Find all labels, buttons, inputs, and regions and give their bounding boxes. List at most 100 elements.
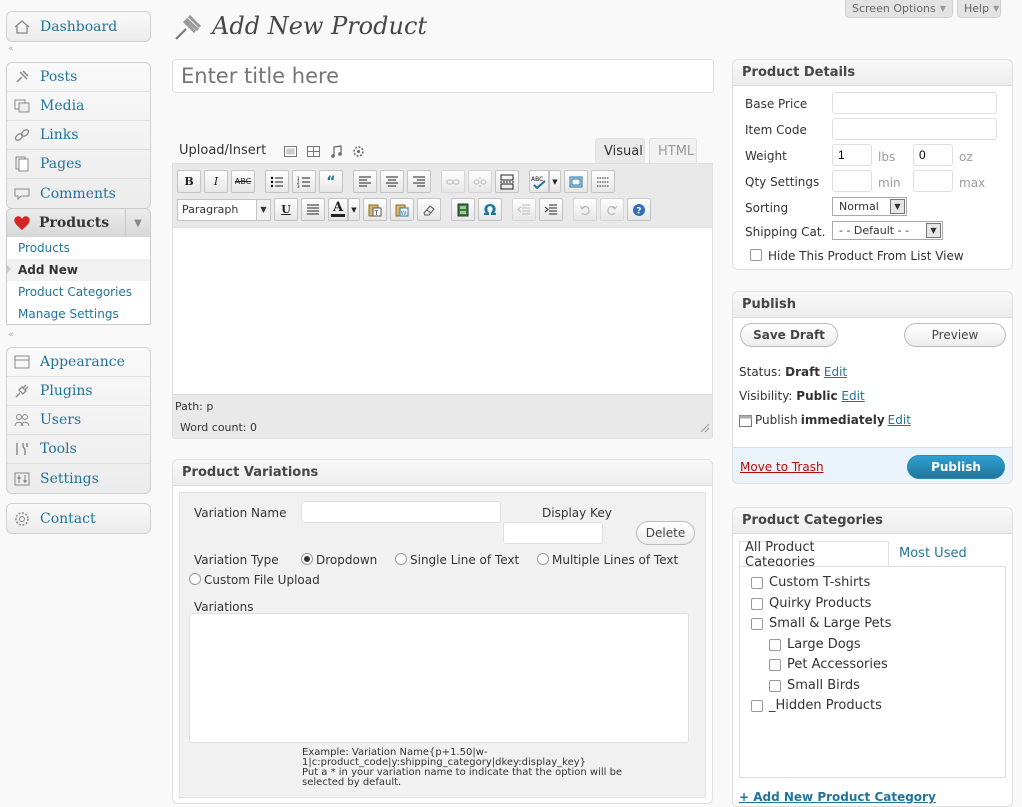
schedule-edit-link[interactable]: Edit xyxy=(888,413,911,427)
blockquote-button[interactable]: “ xyxy=(319,170,343,193)
shipping-cat-select[interactable]: - - Default - - ▼ xyxy=(832,221,943,240)
justify-button[interactable] xyxy=(301,198,325,221)
remove-format-button[interactable] xyxy=(417,198,441,221)
resize-handle-icon[interactable] xyxy=(700,422,710,436)
base-price-input[interactable] xyxy=(832,92,997,114)
menu-appearance[interactable]: Appearance xyxy=(7,348,150,377)
fullscreen-button[interactable] xyxy=(564,170,588,193)
menu-settings[interactable]: Settings xyxy=(7,464,150,493)
menu-users[interactable]: Users xyxy=(7,406,150,435)
menu-dashboard[interactable]: Dashboard xyxy=(7,12,150,41)
menu-media[interactable]: Media xyxy=(7,92,150,121)
weight-lbs-input[interactable] xyxy=(832,144,872,166)
menu-tools[interactable]: Tools xyxy=(7,435,150,464)
undo-button[interactable] xyxy=(573,198,597,221)
qty-max-input[interactable] xyxy=(913,170,953,192)
item-code-input[interactable] xyxy=(832,118,997,140)
variations-textarea[interactable] xyxy=(189,613,689,743)
category-checkbox[interactable] xyxy=(751,618,763,630)
category-label: Quirky Products xyxy=(769,596,872,611)
submenu-product-categories[interactable]: Product Categories xyxy=(7,281,150,303)
align-right-button[interactable] xyxy=(407,170,431,193)
text-color-dropdown-icon[interactable]: ▼ xyxy=(348,198,360,221)
tab-most-used[interactable]: Most Used xyxy=(899,546,967,561)
bold-button[interactable]: B xyxy=(177,170,201,193)
menu-comments[interactable]: Comments xyxy=(7,179,150,208)
tab-all-categories[interactable]: All Product Categories xyxy=(739,540,889,570)
preview-button[interactable]: Preview xyxy=(904,323,1006,347)
submenu-add-new[interactable]: Add New xyxy=(7,259,150,281)
insert-link-button[interactable] xyxy=(441,170,465,193)
insert-more-button[interactable] xyxy=(495,170,519,193)
submenu-manage-settings[interactable]: Manage Settings xyxy=(7,303,150,325)
menu-links[interactable]: Links xyxy=(7,121,150,150)
weight-oz-input[interactable] xyxy=(913,144,953,166)
add-new-category-link[interactable]: + Add New Product Category xyxy=(739,790,936,804)
menu-plugins[interactable]: Plugins xyxy=(7,377,150,406)
save-draft-button[interactable]: Save Draft xyxy=(740,323,838,347)
numbered-list-button[interactable]: 123 xyxy=(292,170,316,193)
sorting-select[interactable]: Normal ▼ xyxy=(832,197,907,216)
menu-pages[interactable]: Pages xyxy=(7,150,150,179)
editor-content-area[interactable] xyxy=(173,227,712,395)
radio-dropdown[interactable] xyxy=(301,553,313,565)
radio-single-line[interactable] xyxy=(395,553,407,565)
strikethrough-button[interactable]: ABC xyxy=(231,170,255,193)
category-checkbox[interactable] xyxy=(751,700,763,712)
publish-button[interactable]: Publish xyxy=(907,455,1005,479)
menu-collapse-arrow-icon[interactable]: « xyxy=(8,44,14,54)
special-character-button[interactable]: Ω xyxy=(478,198,502,221)
spellcheck-dropdown-icon[interactable]: ▼ xyxy=(549,170,561,193)
add-media-icon[interactable] xyxy=(352,145,365,157)
tab-visual[interactable]: Visual xyxy=(595,138,645,164)
unlink-button[interactable] xyxy=(468,170,492,193)
variation-name-input[interactable] xyxy=(301,501,501,523)
delete-variation-button[interactable]: Delete xyxy=(636,521,695,545)
menu-products[interactable]: Products ▼ xyxy=(6,208,151,237)
category-checkbox[interactable] xyxy=(769,639,781,651)
publish-title: Publish xyxy=(733,292,1012,318)
submenu-toggle-icon[interactable]: ▼ xyxy=(125,209,150,237)
align-center-button[interactable] xyxy=(380,170,404,193)
visibility-edit-link[interactable]: Edit xyxy=(841,389,864,403)
move-to-trash-link[interactable]: Move to Trash xyxy=(740,460,824,474)
bullet-list-button[interactable] xyxy=(265,170,289,193)
spellcheck-button[interactable]: ABC xyxy=(529,170,549,193)
add-image-icon[interactable] xyxy=(284,145,297,157)
menu-collapse-arrow-icon[interactable]: « xyxy=(8,330,14,340)
tools-icon xyxy=(13,441,31,457)
category-checkbox[interactable] xyxy=(769,680,781,692)
outdent-button[interactable] xyxy=(512,198,536,221)
display-key-input[interactable] xyxy=(503,522,603,544)
redo-button[interactable] xyxy=(600,198,624,221)
status-edit-link[interactable]: Edit xyxy=(824,365,847,379)
italic-button[interactable]: I xyxy=(204,170,228,193)
indent-button[interactable] xyxy=(539,198,563,221)
paste-text-button[interactable]: T xyxy=(363,198,387,221)
add-video-icon[interactable] xyxy=(307,145,320,157)
screen-options-tab[interactable]: Screen Options ▼ xyxy=(845,0,953,18)
menu-posts[interactable]: Posts xyxy=(7,63,150,92)
category-checkbox[interactable] xyxy=(751,577,763,589)
paste-word-button[interactable]: W xyxy=(390,198,414,221)
tab-html[interactable]: HTML xyxy=(649,138,697,164)
help-button[interactable]: ? xyxy=(627,198,651,221)
radio-multiple-lines[interactable] xyxy=(537,553,549,565)
submenu-products[interactable]: Products xyxy=(7,237,150,259)
category-checkbox[interactable] xyxy=(751,598,763,610)
qty-min-input[interactable] xyxy=(832,170,872,192)
format-select[interactable]: Paragraph ▼ xyxy=(177,198,271,221)
radio-file-upload[interactable] xyxy=(189,573,201,585)
underline-button[interactable]: U xyxy=(274,198,298,221)
title-input[interactable] xyxy=(172,59,714,93)
kitchen-sink-button[interactable] xyxy=(591,170,615,193)
text-color-button[interactable]: A xyxy=(328,198,348,221)
hide-product-checkbox[interactable] xyxy=(750,249,762,261)
align-left-button[interactable] xyxy=(353,170,377,193)
help-tab[interactable]: Help ▼ xyxy=(957,0,1001,18)
add-audio-icon[interactable] xyxy=(330,144,343,158)
category-checkbox[interactable] xyxy=(769,659,781,671)
align-right-icon xyxy=(413,176,425,186)
insert-media-button[interactable] xyxy=(451,198,475,221)
menu-contact[interactable]: Contact xyxy=(7,504,150,533)
